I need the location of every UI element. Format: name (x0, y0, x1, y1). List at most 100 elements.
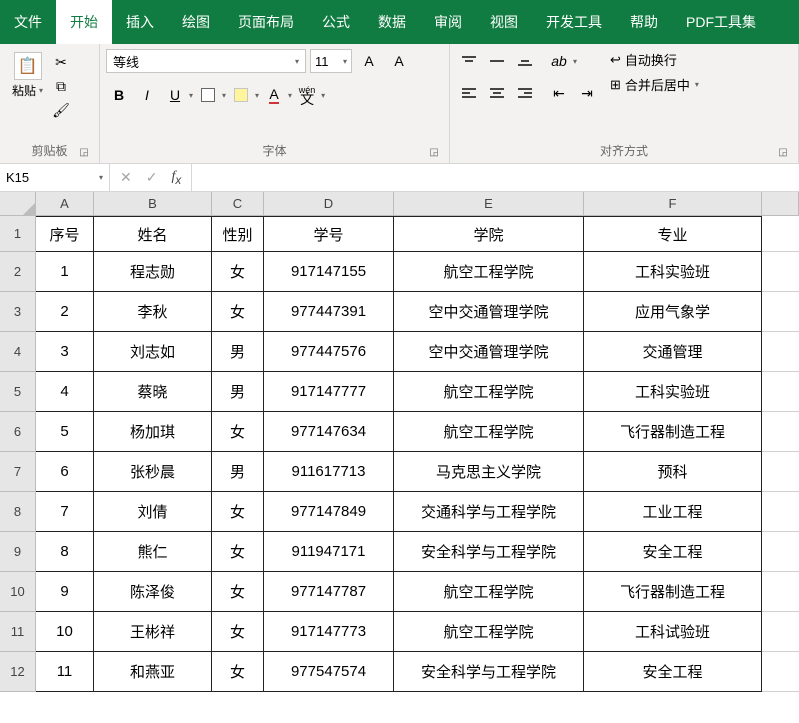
cell[interactable]: 6 (36, 452, 94, 492)
font-color-button[interactable]: A (261, 82, 287, 108)
cell[interactable]: 3 (36, 332, 94, 372)
row-header[interactable]: 2 (0, 252, 36, 292)
cell[interactable]: 应用气象学 (584, 292, 762, 332)
cell[interactable]: 917147155 (264, 252, 394, 292)
align-launcher-icon[interactable]: ◲ (776, 145, 790, 159)
cell[interactable]: 4 (36, 372, 94, 412)
col-header-D[interactable]: D (264, 192, 394, 215)
cell[interactable]: 工科试验班 (584, 612, 762, 652)
select-all-corner[interactable] (0, 192, 36, 215)
font-size-select[interactable]: 11▾ (310, 49, 352, 73)
align-bottom-button[interactable] (512, 48, 538, 74)
cell[interactable]: 蔡晓 (94, 372, 212, 412)
align-center-button[interactable] (484, 80, 510, 106)
cell[interactable]: 工科实验班 (584, 372, 762, 412)
cell[interactable]: 张秒晨 (94, 452, 212, 492)
format-painter-icon[interactable]: 🖌 (51, 100, 71, 120)
align-left-button[interactable] (456, 80, 482, 106)
increase-indent-button[interactable]: ⇥ (574, 80, 600, 106)
cell[interactable]: 学号 (264, 216, 394, 252)
cell[interactable]: 安全科学与工程学院 (394, 532, 584, 572)
cell[interactable] (762, 332, 799, 372)
cell[interactable]: 女 (212, 492, 264, 532)
cell[interactable]: 杨加琪 (94, 412, 212, 452)
decrease-indent-button[interactable]: ⇤ (546, 80, 572, 106)
decrease-font-icon[interactable]: A (386, 48, 412, 74)
tab-file[interactable]: 文件 (0, 0, 56, 44)
cell[interactable]: 航空工程学院 (394, 252, 584, 292)
tab-help[interactable]: 帮助 (616, 0, 672, 44)
cell[interactable]: 安全工程 (584, 652, 762, 692)
tab-dev[interactable]: 开发工具 (532, 0, 616, 44)
row-header[interactable]: 5 (0, 372, 36, 412)
cancel-formula-icon[interactable]: ✕ (120, 169, 132, 186)
cell[interactable] (762, 216, 799, 252)
cell[interactable]: 专业 (584, 216, 762, 252)
orientation-dd-icon[interactable]: ▾ (573, 57, 577, 66)
tab-view[interactable]: 视图 (476, 0, 532, 44)
col-header-G[interactable] (762, 192, 799, 215)
cell[interactable] (762, 652, 799, 692)
cell[interactable]: 熊仁 (94, 532, 212, 572)
cell[interactable]: 女 (212, 532, 264, 572)
cell[interactable]: 女 (212, 412, 264, 452)
row-header[interactable]: 3 (0, 292, 36, 332)
align-right-button[interactable] (512, 80, 538, 106)
cell[interactable]: 学院 (394, 216, 584, 252)
wrap-text-button[interactable]: ↩自动换行 (610, 50, 699, 69)
name-box[interactable]: K15▾ (0, 164, 110, 191)
cell[interactable]: 序号 (36, 216, 94, 252)
cell[interactable]: 10 (36, 612, 94, 652)
row-header[interactable]: 12 (0, 652, 36, 692)
border-dd-icon[interactable]: ▾ (222, 91, 226, 100)
cell[interactable] (762, 612, 799, 652)
cell[interactable]: 姓名 (94, 216, 212, 252)
tab-review[interactable]: 审阅 (420, 0, 476, 44)
fx-icon[interactable]: fx (171, 169, 181, 187)
increase-font-icon[interactable]: A (356, 48, 382, 74)
cut-icon[interactable]: ✂ (51, 52, 71, 72)
cell[interactable] (762, 532, 799, 572)
cell[interactable]: 航空工程学院 (394, 372, 584, 412)
row-header[interactable]: 10 (0, 572, 36, 612)
cell[interactable]: 977447391 (264, 292, 394, 332)
bold-button[interactable]: B (106, 82, 132, 108)
cell[interactable]: 交通科学与工程学院 (394, 492, 584, 532)
row-header[interactable]: 9 (0, 532, 36, 572)
tab-data[interactable]: 数据 (364, 0, 420, 44)
orientation-button[interactable]: ab (546, 48, 572, 74)
cell[interactable]: 空中交通管理学院 (394, 332, 584, 372)
paste-icon[interactable]: 📋 (14, 52, 42, 80)
confirm-formula-icon[interactable]: ✓ (146, 169, 158, 186)
row-header[interactable]: 6 (0, 412, 36, 452)
phonetic-button[interactable]: wén文 (294, 82, 320, 108)
cell[interactable]: 女 (212, 572, 264, 612)
cell[interactable]: 陈泽俊 (94, 572, 212, 612)
cell[interactable] (762, 412, 799, 452)
copy-icon[interactable]: ⧉ (51, 76, 71, 96)
cell[interactable]: 航空工程学院 (394, 412, 584, 452)
cell[interactable]: 917147773 (264, 612, 394, 652)
cell[interactable]: 2 (36, 292, 94, 332)
cell[interactable]: 航空工程学院 (394, 572, 584, 612)
tab-insert[interactable]: 插入 (112, 0, 168, 44)
tab-draw[interactable]: 绘图 (168, 0, 224, 44)
cell[interactable]: 1 (36, 252, 94, 292)
cell[interactable]: 预科 (584, 452, 762, 492)
cell[interactable]: 女 (212, 652, 264, 692)
font-launcher-icon[interactable]: ◲ (427, 145, 441, 159)
cell[interactable]: 917147777 (264, 372, 394, 412)
cell[interactable]: 977147634 (264, 412, 394, 452)
merge-dd-icon[interactable]: ▾ (695, 80, 699, 89)
col-header-E[interactable]: E (394, 192, 584, 215)
cell[interactable]: 977147787 (264, 572, 394, 612)
cell[interactable]: 王彬祥 (94, 612, 212, 652)
cell[interactable]: 9 (36, 572, 94, 612)
cell[interactable]: 飞行器制造工程 (584, 572, 762, 612)
cell[interactable]: 男 (212, 332, 264, 372)
row-header[interactable]: 8 (0, 492, 36, 532)
paste-label[interactable]: 粘贴 (12, 82, 36, 99)
align-middle-button[interactable] (484, 48, 510, 74)
cell[interactable]: 女 (212, 292, 264, 332)
cell[interactable] (762, 292, 799, 332)
